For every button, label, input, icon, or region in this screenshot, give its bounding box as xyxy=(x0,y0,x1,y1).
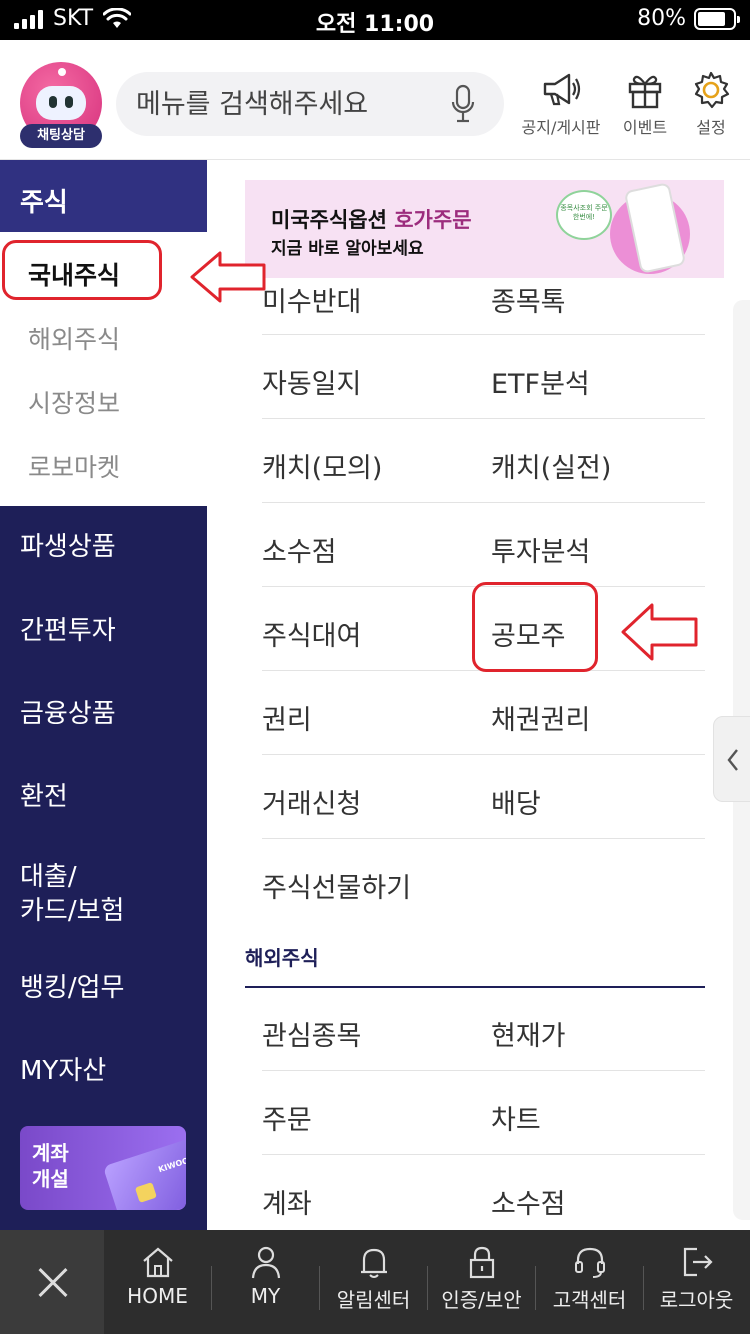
menu-item-bond-rights[interactable]: 채권권리 xyxy=(491,698,590,737)
search-bar[interactable] xyxy=(116,72,504,136)
gift-icon xyxy=(628,75,662,109)
nav-notification-center[interactable]: 알림센터 xyxy=(320,1244,427,1313)
top-header: 채팅상담 공지/게시판 이벤트 설정 xyxy=(0,40,750,160)
open-account-line2: 개설 xyxy=(32,1167,69,1191)
nav-home-label: HOME xyxy=(127,1284,188,1308)
highlight-box-ipo xyxy=(472,582,598,672)
logout-icon xyxy=(683,1247,713,1277)
menu-item-catch-real[interactable]: 캐치(실전) xyxy=(491,446,611,485)
nav-notification-label: 알림센터 xyxy=(336,1288,411,1312)
promo-banner[interactable]: 미국주식옵션 호가주문 지금 바로 알아보세요 종목사조회 주문 한번에! xyxy=(245,180,724,278)
arrow-left-icon xyxy=(621,603,698,661)
menu-item-chart[interactable]: 차트 xyxy=(491,1098,541,1137)
menu-item-catch-mock[interactable]: 캐치(모의) xyxy=(262,446,382,485)
sidebar-item-banking[interactable]: 뱅킹/업무 xyxy=(20,971,124,1005)
microphone-icon[interactable] xyxy=(450,84,476,124)
user-icon xyxy=(251,1246,280,1279)
nav-customer-center[interactable]: 고객센터 xyxy=(536,1244,643,1313)
row-divider xyxy=(262,1154,705,1155)
nav-my[interactable]: MY xyxy=(212,1244,319,1308)
menu-item-watchlist[interactable]: 관심종목 xyxy=(262,1014,361,1053)
bell-icon xyxy=(360,1248,387,1278)
nav-customer-label: 고객센터 xyxy=(552,1288,627,1312)
home-icon xyxy=(142,1247,173,1278)
sidebar-item-loan-card-insurance[interactable]: 대출/ 카드/보험 xyxy=(20,860,124,928)
open-account-line1: 계좌 xyxy=(32,1141,69,1165)
menu-item-trade-application[interactable]: 거래신청 xyxy=(262,782,361,821)
chevron-left-icon xyxy=(727,749,738,771)
row-divider xyxy=(262,838,705,839)
battery-percent: 80% xyxy=(637,6,686,31)
submenu-market-info[interactable]: 시장정보 xyxy=(28,384,120,420)
menu-item-current-price[interactable]: 현재가 xyxy=(491,1014,566,1053)
menu-item-etf-analysis[interactable]: ETF분석 xyxy=(491,362,590,401)
row-divider xyxy=(262,418,705,419)
banner-speech-bubble: 종목사조회 주문 한번에! xyxy=(556,190,612,240)
menu-item-stock-gift[interactable]: 주식선물하기 xyxy=(262,866,411,905)
menu-item-fractional[interactable]: 소수점 xyxy=(262,530,337,569)
chatbot-button[interactable]: 채팅상담 xyxy=(18,62,104,150)
row-divider xyxy=(262,1070,705,1071)
lock-icon xyxy=(469,1246,494,1279)
menu-item-overseas-fractional[interactable]: 소수점 xyxy=(491,1182,566,1221)
banner-subtitle: 지금 바로 알아보세요 xyxy=(271,239,424,259)
battery-icon xyxy=(694,7,740,30)
notice-board-button[interactable]: 공지/게시판 xyxy=(516,70,606,138)
nav-home[interactable]: HOME xyxy=(104,1244,211,1308)
menu-item-rights[interactable]: 권리 xyxy=(262,698,312,737)
menu-item-misu-bandae[interactable]: 미수반대 xyxy=(262,280,361,319)
menu-item-account[interactable]: 계좌 xyxy=(262,1182,312,1221)
search-input[interactable] xyxy=(136,84,436,124)
nav-logout-label: 로그아웃 xyxy=(659,1288,734,1312)
row-divider xyxy=(262,754,705,755)
row-divider xyxy=(262,502,705,503)
section-title-overseas: 해외주식 xyxy=(245,946,319,970)
settings-button[interactable]: 설정 xyxy=(666,70,750,138)
menu-item-stock-talk[interactable]: 종목톡 xyxy=(491,280,566,319)
arrow-left-icon xyxy=(190,251,266,303)
status-bar: SKT 오전 11:00 80% xyxy=(0,0,750,40)
sidebar-item-financial-products[interactable]: 금융상품 xyxy=(20,697,116,731)
menu-item-auto-journal[interactable]: 자동일지 xyxy=(262,362,361,401)
menu-item-order[interactable]: 주문 xyxy=(262,1098,312,1137)
headset-icon xyxy=(574,1247,605,1278)
chatbot-label: 채팅상담 xyxy=(20,124,102,148)
menu-item-stock-lending[interactable]: 주식대여 xyxy=(262,614,361,653)
sidebar-item-my-assets[interactable]: MY자산 xyxy=(20,1054,106,1088)
menu-item-investment-analysis[interactable]: 투자분석 xyxy=(491,530,590,569)
nav-auth-security[interactable]: 인증/보안 xyxy=(428,1244,535,1313)
megaphone-icon xyxy=(543,73,581,106)
banner-title: 미국주식옵션 호가주문 xyxy=(271,208,472,232)
nav-my-label: MY xyxy=(250,1284,281,1308)
card-brand: KIWOOM xyxy=(157,1153,186,1175)
submenu-robo-market[interactable]: 로보마켓 xyxy=(28,448,120,484)
bottom-nav-bar: HOME MY 알림센터 인증/보안 고객센터 로그아웃 xyxy=(0,1230,750,1334)
section-divider xyxy=(245,986,705,988)
gear-icon xyxy=(694,71,730,109)
settings-label: 설정 xyxy=(696,118,726,137)
notice-board-label: 공지/게시판 xyxy=(521,118,601,137)
sidebar-item-stock[interactable]: 주식 xyxy=(0,160,215,232)
menu-item-dividend[interactable]: 배당 xyxy=(491,782,541,821)
side-drawer-handle[interactable] xyxy=(713,716,750,802)
credit-card-icon: KIWOOM xyxy=(102,1132,186,1210)
sidebar-item-derivatives[interactable]: 파생상품 xyxy=(20,530,116,564)
open-account-banner[interactable]: 계좌 개설 KIWOOM xyxy=(20,1126,186,1210)
close-menu-button[interactable] xyxy=(0,1230,104,1334)
category-sidebar: 주식 국내주식 해외주식 시장정보 로보마켓 파생상품 간편투자 금융상품 환전… xyxy=(0,160,215,1230)
nav-logout[interactable]: 로그아웃 xyxy=(643,1244,750,1313)
sidebar-item-exchange[interactable]: 환전 xyxy=(20,780,68,814)
row-divider xyxy=(262,334,705,335)
highlight-box-domestic-stock xyxy=(2,240,162,300)
submenu-overseas-stock[interactable]: 해외주식 xyxy=(28,320,120,356)
menu-content: 미국주식옵션 호가주문 지금 바로 알아보세요 종목사조회 주문 한번에! 미수… xyxy=(207,160,750,1230)
nav-auth-label: 인증/보안 xyxy=(441,1288,522,1312)
sidebar-item-easy-invest[interactable]: 간편투자 xyxy=(20,614,116,648)
